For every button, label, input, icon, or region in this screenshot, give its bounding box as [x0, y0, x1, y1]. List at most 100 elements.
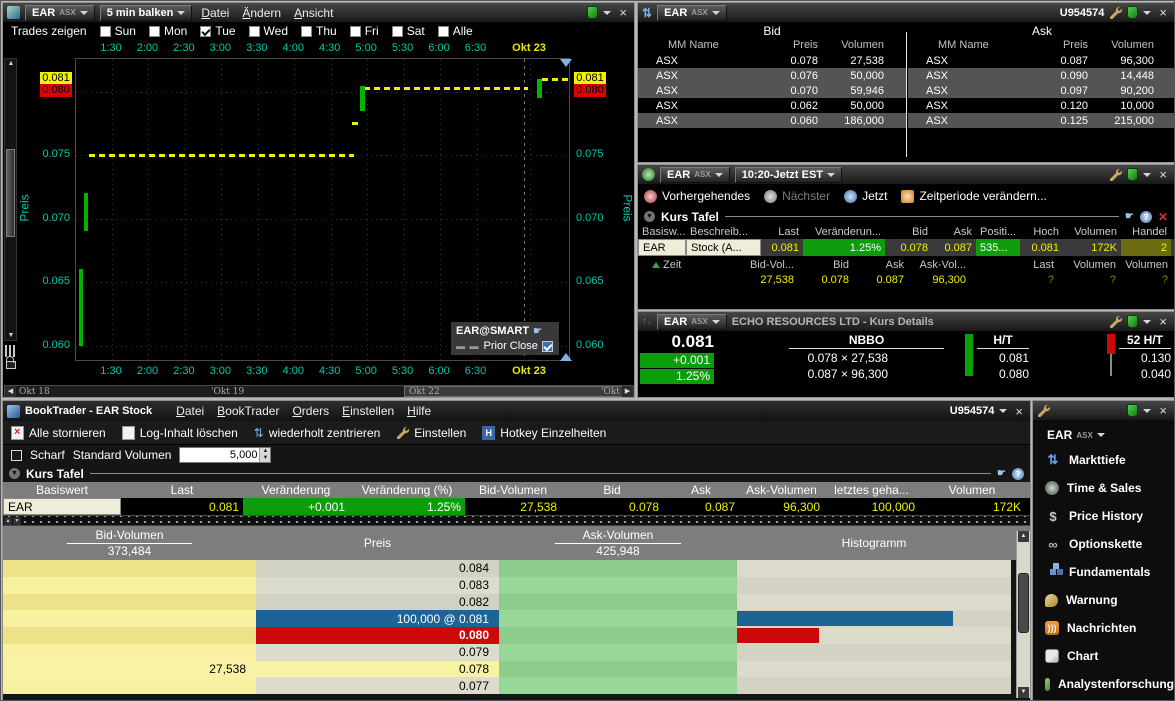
ask-volume-column-header[interactable]: Ask-Volumen 425,948	[499, 526, 737, 560]
sort-asc-icon[interactable]	[652, 262, 660, 268]
close-icon[interactable]: ×	[1012, 404, 1026, 419]
table-row[interactable]: ASX0.07827,538	[638, 53, 906, 68]
chart-vertical-scrollbar[interactable]: ▲ ▼	[4, 58, 17, 341]
default-size-input[interactable]: 5,000 ▲▼	[179, 447, 271, 463]
cursor-hand-icon[interactable]: ☛	[1125, 211, 1134, 222]
depth-symbol-selector[interactable]: EAR ASX	[657, 5, 727, 21]
scale-handle-top-icon[interactable]	[560, 59, 572, 67]
table-row[interactable]: ASX0.09790,200	[908, 83, 1175, 98]
scroll-right-icon[interactable]: ▶	[622, 386, 633, 397]
sidebar-item-warnung[interactable]: Warnung	[1033, 586, 1174, 614]
sidebar-item-analystenforschung[interactable]: Analystenforschung	[1033, 670, 1174, 698]
checkbox-icon[interactable]	[249, 26, 260, 37]
chevron-down-icon[interactable]	[603, 11, 611, 15]
chart-symbol-selector[interactable]: EAR ASX	[25, 5, 95, 21]
ladder-row[interactable]: 0.084	[3, 560, 1030, 577]
sidebar-symbol-selector[interactable]: EAR ASX	[1033, 420, 1174, 446]
ladder-scrollbar[interactable]: ▲ ▼	[1016, 531, 1030, 698]
shield-icon[interactable]	[1127, 168, 1138, 181]
table-row[interactable]: ASX0.060186,000	[638, 113, 906, 128]
ladder-row-best-bid[interactable]: 27,5380.078	[3, 661, 1030, 678]
collapse-icon[interactable]: ▼	[9, 468, 20, 479]
bar-size-selector[interactable]: 5 min balken	[100, 5, 193, 21]
day-checkbox-mon[interactable]: Mon	[149, 24, 187, 38]
table-row[interactable]: ASX0.08796,300	[908, 53, 1175, 68]
sidebar-item-markttiefe[interactable]: ⇅Markttiefe	[1033, 446, 1174, 474]
scale-handle-bottom-icon[interactable]	[560, 353, 572, 361]
quote-row[interactable]: EAR 0.081 +0.001 1.25% 27,538 0.078 0.08…	[3, 498, 1030, 515]
day-checkbox-thu[interactable]: Thu	[301, 24, 337, 38]
close-icon[interactable]: ×	[616, 5, 630, 20]
sidebar-item-fundamentals[interactable]: Fundamentals	[1033, 558, 1174, 586]
clear-log-button[interactable]: Log-Inhalt löschen	[122, 426, 238, 440]
stepper-icons[interactable]: ▲▼	[259, 448, 270, 462]
scroll-down-icon[interactable]: ▼	[1018, 687, 1029, 698]
price-column-header[interactable]: Preis	[256, 526, 499, 560]
sidebar-item-price-history[interactable]: $Price History	[1033, 502, 1174, 530]
collapse-icon[interactable]: ▼	[644, 211, 655, 222]
menu-orders[interactable]: Orders	[288, 404, 333, 418]
scroll-up-icon[interactable]: ▲	[1018, 531, 1029, 542]
table-row[interactable]: ASX0.07059,946	[638, 83, 906, 98]
checkbox-checked-icon[interactable]	[200, 26, 211, 37]
ladder-row[interactable]: 0.083	[3, 577, 1030, 594]
day-checkbox-wed[interactable]: Wed	[249, 24, 288, 38]
shield-icon[interactable]	[1127, 6, 1138, 19]
ladder-row[interactable]: 0.079	[3, 644, 1030, 661]
scroll-down-icon[interactable]: ▼	[6, 331, 16, 340]
day-checkbox-alle[interactable]: Alle	[438, 24, 473, 38]
sidebar-item-optionskette[interactable]: ∞Optionskette	[1033, 530, 1174, 558]
close-icon[interactable]: ✕	[1158, 210, 1168, 224]
quote-row[interactable]: EAR Stock (A... 0.081 1.25% 0.078 0.087 …	[638, 239, 1174, 256]
chevron-down-icon[interactable]	[1143, 409, 1151, 413]
sidebar-item-time-sales[interactable]: Time & Sales	[1033, 474, 1174, 502]
ladder-row[interactable]: 0.077	[3, 677, 1030, 694]
collapse-down-icon[interactable]: ▼	[13, 517, 21, 525]
wrench-icon[interactable]	[1109, 6, 1122, 19]
menu-hilfe[interactable]: Hilfe	[403, 404, 435, 418]
scroll-up-icon[interactable]: ▲	[6, 59, 16, 68]
checkbox-icon[interactable]	[350, 26, 361, 37]
sidebar-item-chart[interactable]: Chart	[1033, 642, 1174, 670]
checkbox-icon[interactable]	[149, 26, 160, 37]
wrench-icon[interactable]	[1109, 315, 1122, 328]
table-row[interactable]: ASX0.12010,000	[908, 98, 1175, 113]
wrench-icon[interactable]	[1109, 168, 1122, 181]
chart-time-scrollbar[interactable]: ◀ Okt 18 'Okt 19 Okt 22 'Okt ▶	[4, 385, 634, 398]
sidebar-item-nachrichten[interactable]: )))Nachrichten	[1033, 614, 1174, 642]
settings-button[interactable]: Einstellen	[396, 426, 466, 440]
menu-booktrader[interactable]: BookTrader	[213, 404, 283, 418]
checkbox-icon[interactable]	[392, 26, 403, 37]
histogram-column-header[interactable]: Histogramm	[737, 526, 1011, 560]
period-symbol-selector[interactable]: EAR ASX	[660, 167, 730, 183]
hotkey-details-button[interactable]: HHotkey Einzelheiten	[482, 426, 606, 440]
shield-icon[interactable]	[587, 6, 598, 19]
menu-einstellen[interactable]: Einstellen	[338, 404, 398, 418]
bid-volume-column-header[interactable]: Bid-Volumen 373,484	[3, 526, 256, 560]
day-checkbox-sun[interactable]: Sun	[100, 24, 136, 38]
close-icon[interactable]: ×	[1156, 314, 1170, 329]
menu-ansicht[interactable]: Ansicht	[290, 6, 337, 20]
now-button[interactable]: Jetzt	[844, 189, 887, 203]
shield-icon[interactable]	[1127, 404, 1138, 417]
checkbox-icon[interactable]	[438, 26, 449, 37]
table-row[interactable]: ASX0.125215,000	[908, 113, 1175, 128]
day-checkbox-tue[interactable]: Tue	[200, 24, 235, 38]
day-checkbox-fri[interactable]: Fri	[350, 24, 379, 38]
close-icon[interactable]: ×	[1156, 167, 1170, 182]
splitter-bar[interactable]: ▲ ▼	[3, 515, 1030, 526]
day-checkbox-sat[interactable]: Sat	[392, 24, 425, 38]
table-row[interactable]: ASX0.06250,000	[638, 98, 906, 113]
scrollbar-thumb[interactable]	[6, 149, 15, 237]
checkbox-icon[interactable]	[100, 26, 111, 37]
cursor-hand-icon[interactable]: ☛	[997, 468, 1006, 479]
chevron-down-icon[interactable]	[1143, 11, 1151, 15]
menu-datei[interactable]: Datei	[197, 6, 233, 20]
wrench-icon[interactable]	[1037, 404, 1050, 417]
menu-datei[interactable]: Datei	[172, 404, 208, 418]
table-row[interactable]: ASX0.09014,448	[908, 68, 1175, 83]
collapse-up-icon[interactable]: ▲	[4, 517, 12, 525]
next-button[interactable]: Nächster	[764, 189, 830, 203]
armed-checkbox[interactable]	[11, 450, 22, 461]
ladder-row-order[interactable]: 100,000 @ 0.081	[3, 610, 1030, 627]
